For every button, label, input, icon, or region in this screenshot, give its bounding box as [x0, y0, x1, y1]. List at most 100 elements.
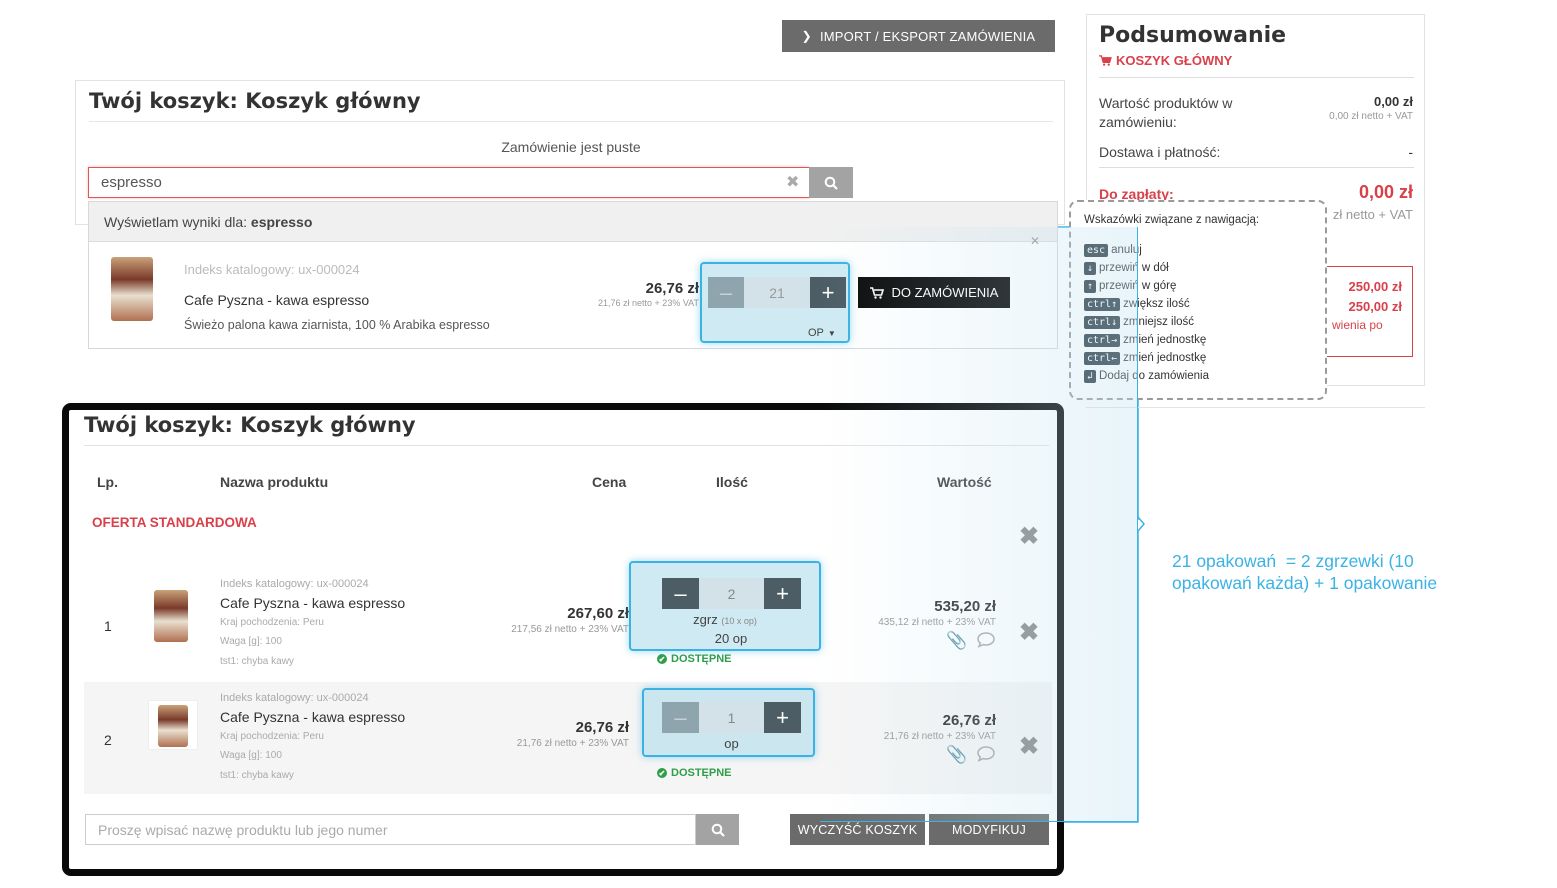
annotation-text: 21 opakowań = 2 zgrzewki (10 opakowań ka… [1172, 551, 1438, 593]
results-heading: Wyświetlam wyniki dla: espresso [104, 214, 313, 230]
page-title: Twój koszyk: Koszyk główny [89, 89, 421, 113]
quantity-input[interactable]: 21 [744, 277, 810, 308]
check-icon: ✔ [657, 768, 667, 778]
cart-icon [1099, 55, 1112, 66]
quantity-input[interactable]: 2 [699, 578, 764, 609]
remove-row-icon[interactable]: ✖ [1019, 618, 1039, 647]
cart-icon [869, 286, 884, 299]
divider [1086, 407, 1425, 408]
unit-select[interactable]: op [644, 736, 819, 751]
divider [89, 121, 1053, 122]
decrease-button[interactable]: – [662, 702, 699, 733]
search-button[interactable] [809, 167, 853, 198]
row-price: 26,76 zł [575, 719, 629, 736]
product-price-net: 21,76 zł netto + 23% VAT [598, 298, 699, 308]
product-attr: tst1: chyba kawy [220, 770, 294, 781]
add-product-search-button[interactable] [696, 814, 739, 845]
comment-icon[interactable] [976, 745, 996, 766]
products-value-net: 0,00 zł netto + VAT [1329, 111, 1413, 122]
navigation-hints-popup: Wskazówki związane z nawigacją: esc anulu… [1069, 200, 1327, 400]
availability-badge: ✔ DOSTĘPNE [657, 653, 732, 665]
product-name[interactable]: Cafe Pyszna - kawa espresso [220, 595, 405, 611]
unit-select[interactable]: OP ▼ [808, 327, 836, 339]
comment-icon[interactable] [976, 631, 996, 652]
modify-button[interactable]: MODYFIKUJ [929, 814, 1049, 845]
header-name: Nazwa produktu [220, 474, 329, 490]
import-export-button[interactable]: ❯ IMPORT / EKSPORT ZAMÓWIENIA [782, 20, 1055, 52]
increase-button[interactable]: + [764, 578, 801, 609]
row-value: 26,76 zł [942, 712, 996, 729]
attachment-icon[interactable]: 📎 [946, 631, 967, 651]
unit-select[interactable]: zgrz (10 x op) [631, 612, 819, 627]
add-product-input[interactable]: Proszę wpisać nazwę produktu lub jego nu… [85, 814, 696, 845]
table-row: 2 Indeks katalogowy: ux-000024 Cafe Pysz… [84, 682, 1052, 794]
catalog-index: Indeks katalogowy: ux-000024 [220, 578, 369, 590]
product-search-input[interactable]: espresso [88, 167, 810, 198]
summary-title: Podsumowanie [1099, 23, 1287, 48]
product-name[interactable]: Cafe Pyszna - kawa espresso [220, 709, 405, 725]
search-icon [824, 176, 838, 190]
product-weight: Waga [g]: 100 [220, 750, 282, 761]
search-results-dropdown: Wyświetlam wyniki dla: espresso ✕ Indeks… [88, 201, 1058, 349]
table-row: 1 Indeks katalogowy: ux-000024 Cafe Pysz… [84, 568, 1052, 680]
divider [1099, 77, 1414, 78]
hints-title: Wskazówki związane z nawigacją: [1084, 214, 1260, 226]
product-description: Świeżo palona kawa ziarnista, 100 % Arab… [184, 318, 490, 332]
quantity-input[interactable]: 1 [699, 702, 764, 733]
product-image[interactable] [111, 257, 153, 321]
product-image[interactable] [154, 590, 188, 642]
delivery-value: - [1408, 144, 1413, 160]
caret-down-icon: ▼ [827, 328, 836, 338]
decrease-button[interactable]: – [708, 277, 744, 308]
header-lp: Lp. [97, 474, 118, 490]
row-price: 267,60 zł [567, 605, 629, 622]
hint-item: ↓ przewiń w dół [1084, 259, 1209, 277]
add-to-order-button[interactable]: DO ZAMÓWIENIA [858, 277, 1010, 308]
product-weight: Waga [g]: 100 [220, 636, 282, 647]
main-cart-link[interactable]: KOSZYK GŁÓWNY [1099, 53, 1232, 68]
delivery-label: Dostawa i płatność: [1099, 144, 1221, 160]
chevron-down-icon: ❯ [801, 29, 812, 43]
hint-item: ↲ Dodaj do zamówienia [1084, 367, 1209, 385]
hint-item: ctrl↓ zmniejsz ilość [1084, 313, 1209, 331]
clear-search-icon[interactable]: ✖ [786, 172, 799, 192]
hint-item: ↑ przewiń w górę [1084, 277, 1209, 295]
row-price-net: 21,76 zł netto + 23% VAT [516, 738, 629, 749]
cart-title: Twój koszyk: Koszyk główny [84, 413, 416, 437]
close-results-icon[interactable]: ✕ [1030, 234, 1040, 248]
divider [84, 445, 1049, 446]
product-origin: Kraj pochodzenia: Peru [220, 731, 324, 742]
row-value-net: 435,12 zł netto + 23% VAT [878, 617, 996, 628]
increase-button[interactable]: + [764, 702, 801, 733]
hints-list: esc anuluj ↓ przewiń w dół ↑ przewiń w górę… [1084, 241, 1209, 385]
products-value-label: Wartość produktów w zamówieniu: [1099, 95, 1233, 130]
result-quantity-box: – 21 + OP ▼ [700, 262, 850, 343]
cart-frame: Twój koszyk: Koszyk główny Lp. Nazwa pro… [62, 403, 1064, 876]
decrease-button[interactable]: – [662, 578, 699, 609]
remove-row-icon[interactable]: ✖ [1019, 732, 1039, 761]
hint-item: ctrl↑ zwiększ ilość [1084, 295, 1209, 313]
divider [1099, 167, 1414, 168]
hint-item: ctrl→ zmień jednostkę [1084, 331, 1209, 349]
product-image[interactable] [148, 700, 198, 750]
empty-cart-message: Zamówienie jest puste [501, 139, 641, 155]
unit-total: 20 op [714, 631, 748, 646]
product-attr: tst1: chyba kawy [220, 656, 294, 667]
hint-item: esc anuluj [1084, 241, 1209, 259]
product-origin: Kraj pochodzenia: Peru [220, 617, 324, 628]
catalog-index: Indeks katalogowy: ux-000024 [220, 692, 369, 704]
availability-badge: ✔ DOSTĘPNE [657, 767, 732, 779]
row-value-net: 21,76 zł netto + 23% VAT [883, 731, 996, 742]
increase-button[interactable]: + [810, 277, 846, 308]
row-value: 535,20 zł [934, 598, 996, 615]
remove-section-icon[interactable]: ✖ [1019, 522, 1039, 551]
clear-cart-button[interactable]: WYCZYŚĆ KOSZYK [790, 814, 925, 845]
catalog-index: Indeks katalogowy: ux-000024 [184, 262, 360, 277]
header-value: Wartość [937, 474, 992, 490]
search-icon [711, 823, 725, 837]
row-1-quantity-box: – 2 + zgrz (10 x op) 20 op [629, 561, 821, 651]
row-2-quantity-box: – 1 + op [642, 688, 815, 757]
product-name[interactable]: Cafe Pyszna - kawa espresso [184, 292, 369, 308]
header-qty: Ilość [716, 474, 748, 490]
attachment-icon[interactable]: 📎 [946, 745, 967, 765]
